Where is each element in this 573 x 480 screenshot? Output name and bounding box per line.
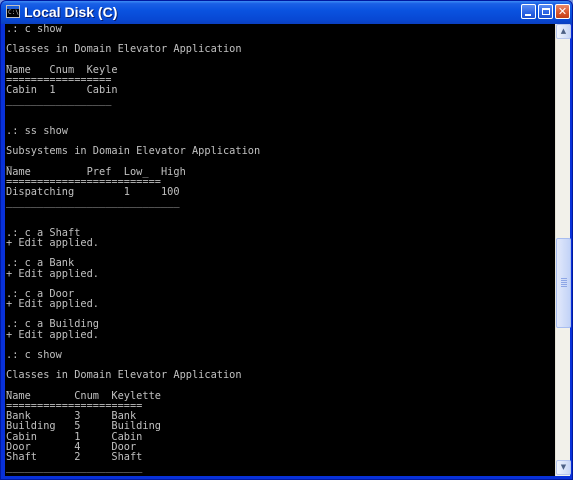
scroll-up-button[interactable]: ▲ bbox=[556, 24, 571, 39]
arrow-down-icon: ▼ bbox=[560, 463, 567, 471]
vertical-scrollbar[interactable]: ▲ ▼ bbox=[555, 24, 571, 476]
console-line: + Edit applied. bbox=[6, 298, 99, 311]
window-title: Local Disk (C) bbox=[24, 4, 118, 20]
console-line: Subsystems in Domain Elevator Applicatio… bbox=[6, 145, 261, 158]
close-button[interactable]: ✕ bbox=[555, 4, 570, 19]
console-icon[interactable]: C:\ bbox=[6, 5, 20, 18]
maximize-icon bbox=[542, 8, 550, 15]
console-window: C:\ Local Disk (C) ✕ .: c show Classes in… bbox=[0, 0, 573, 480]
console-line: + Edit applied. bbox=[6, 236, 99, 249]
console-line: .: c a Bank bbox=[6, 257, 75, 270]
maximize-button[interactable] bbox=[538, 4, 553, 19]
title-bar[interactable]: C:\ Local Disk (C) ✕ bbox=[1, 1, 572, 24]
scroll-thumb[interactable] bbox=[556, 237, 571, 328]
console-text: .: c show Classes in Domain Elevator Appl… bbox=[5, 24, 555, 476]
console-line: ____________________________ bbox=[6, 196, 180, 209]
close-icon: ✕ bbox=[557, 5, 568, 18]
console-line: ______________________ bbox=[6, 461, 143, 474]
minimize-icon bbox=[525, 14, 531, 16]
console-line: .: c show bbox=[6, 349, 62, 361]
console-line: Classes in Domain Elevator Application bbox=[6, 43, 242, 56]
arrow-up-icon: ▲ bbox=[560, 27, 567, 35]
console-line: + Edit applied. bbox=[6, 328, 99, 341]
console-line: _________________ bbox=[6, 94, 112, 107]
console-line: Classes in Domain Elevator Application bbox=[6, 369, 242, 382]
console-line: + Edit applied. bbox=[6, 267, 99, 280]
grip-icon bbox=[561, 277, 567, 287]
console-line: .: ss show bbox=[6, 124, 68, 137]
console-line: Building 5 Building bbox=[6, 420, 161, 433]
minimize-button[interactable] bbox=[521, 4, 536, 19]
console-output[interactable]: .: c show Classes in Domain Elevator Appl… bbox=[5, 24, 555, 476]
console-line: .: c show bbox=[6, 24, 62, 35]
scroll-down-button[interactable]: ▼ bbox=[556, 460, 571, 475]
